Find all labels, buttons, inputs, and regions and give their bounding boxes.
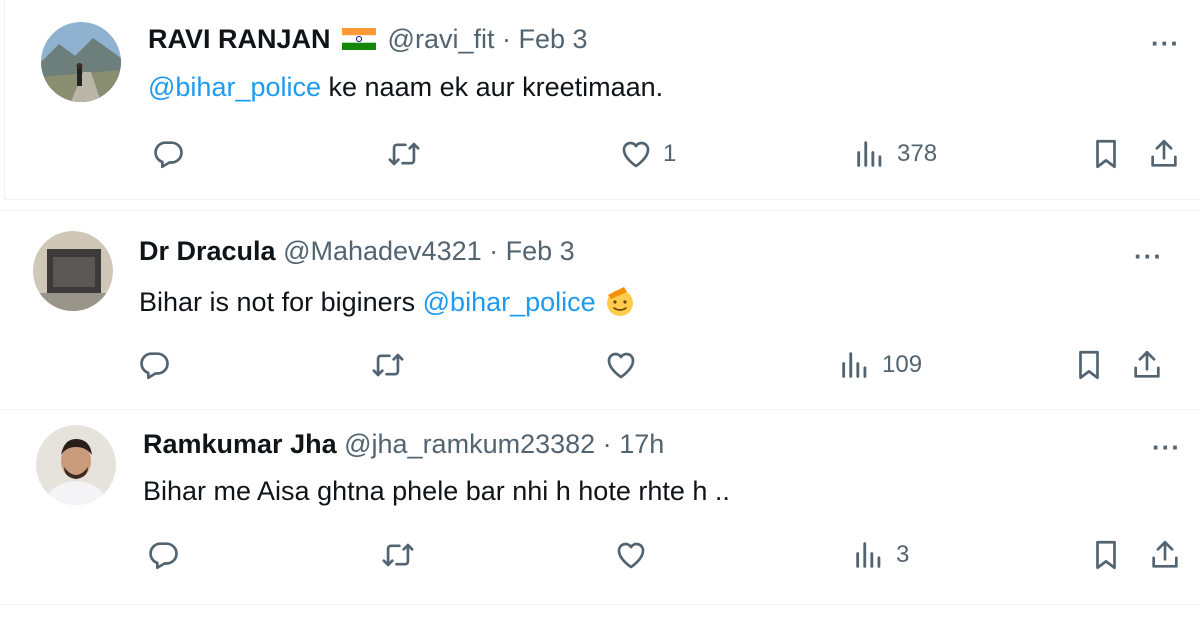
separator: · — [502, 24, 511, 54]
bookmark-button[interactable] — [1089, 137, 1123, 171]
retweet-button[interactable] — [387, 137, 421, 171]
share-icon — [1130, 348, 1164, 382]
like-count: 1 — [663, 140, 677, 167]
more-icon[interactable]: ··· — [1134, 241, 1163, 272]
reply-icon — [146, 538, 180, 572]
tweet[interactable]: Dr Dracula @Mahadev4321 · Feb 3 ··· Biha… — [0, 210, 1200, 410]
more-icon[interactable]: ··· — [1152, 432, 1181, 463]
tweet-text-content: Bihar me Aisa ghtna phele bar nhi h hote… — [143, 476, 730, 506]
retweet-icon — [371, 348, 405, 382]
avatar[interactable] — [41, 22, 121, 102]
like-icon — [619, 137, 653, 171]
author-name[interactable]: Dr Dracula — [139, 236, 276, 266]
tweet-text-content: Bihar is not for biginers — [139, 287, 423, 317]
views-icon — [852, 538, 886, 572]
bookmark-button[interactable] — [1089, 538, 1123, 572]
tweet-text: Bihar is not for biginers @bihar_police — [139, 283, 638, 319]
share-icon — [1148, 538, 1182, 572]
retweet-button[interactable] — [371, 348, 405, 382]
bookmark-icon — [1072, 348, 1106, 382]
india-flag-icon — [342, 28, 377, 50]
view-count: 109 — [882, 351, 923, 378]
bookmark-icon — [1089, 538, 1123, 572]
bookmark-button[interactable] — [1072, 348, 1106, 382]
share-button[interactable] — [1130, 348, 1164, 382]
author-name[interactable]: Ramkumar Jha — [143, 429, 337, 459]
share-icon — [1147, 137, 1181, 171]
reply-icon — [137, 348, 171, 382]
author-handle[interactable]: @jha_ramkum23382 — [344, 429, 595, 459]
author-name[interactable]: RAVI RANJAN — [148, 24, 331, 54]
reply-icon — [151, 137, 185, 171]
views-icon — [838, 348, 872, 382]
tweet[interactable]: RAVI RANJAN @ravi_fit · Feb 3 ··· @bihar… — [4, 0, 1200, 200]
bookmark-icon — [1089, 137, 1123, 171]
author-handle[interactable]: @ravi_fit — [388, 24, 495, 54]
avatar[interactable] — [36, 425, 116, 505]
like-button[interactable] — [604, 348, 648, 382]
author-handle[interactable]: @Mahadev4321 — [283, 236, 482, 266]
views-button[interactable]: 3 — [852, 538, 909, 572]
tweet[interactable]: Ramkumar Jha @jha_ramkum23382 · 17h ··· … — [0, 410, 1200, 605]
like-icon — [604, 348, 638, 382]
share-button[interactable] — [1147, 137, 1181, 171]
tweet-text: @bihar_police ke naam ek aur kreetimaan. — [148, 72, 663, 103]
reply-button[interactable] — [137, 348, 171, 382]
view-count: 3 — [896, 541, 910, 568]
share-button[interactable] — [1148, 538, 1182, 572]
avatar[interactable] — [33, 231, 113, 311]
more-icon[interactable]: ··· — [1151, 28, 1180, 59]
timestamp[interactable]: Feb 3 — [519, 24, 588, 54]
view-count: 378 — [897, 140, 938, 167]
separator: · — [489, 236, 499, 266]
like-icon — [614, 538, 648, 572]
reply-button[interactable] — [146, 538, 180, 572]
separator: · — [602, 429, 612, 459]
views-button[interactable]: 378 — [853, 137, 937, 171]
tweet-text-content: ke naam ek aur kreetimaan. — [321, 72, 664, 102]
retweet-icon — [387, 137, 421, 171]
mention-link[interactable]: @bihar_police — [423, 287, 596, 317]
timestamp[interactable]: Feb 3 — [506, 236, 575, 266]
saluting-face-emoji-icon — [606, 287, 633, 316]
like-button[interactable]: 1 — [619, 137, 676, 171]
mention-link[interactable]: @bihar_police — [148, 72, 321, 102]
tweet-text: Bihar me Aisa ghtna phele bar nhi h hote… — [143, 476, 730, 507]
timestamp[interactable]: 17h — [619, 429, 664, 459]
views-icon — [853, 137, 887, 171]
retweet-button[interactable] — [381, 538, 415, 572]
views-button[interactable]: 109 — [838, 348, 922, 382]
retweet-icon — [381, 538, 415, 572]
reply-button[interactable] — [151, 137, 185, 171]
like-button[interactable] — [614, 538, 658, 572]
